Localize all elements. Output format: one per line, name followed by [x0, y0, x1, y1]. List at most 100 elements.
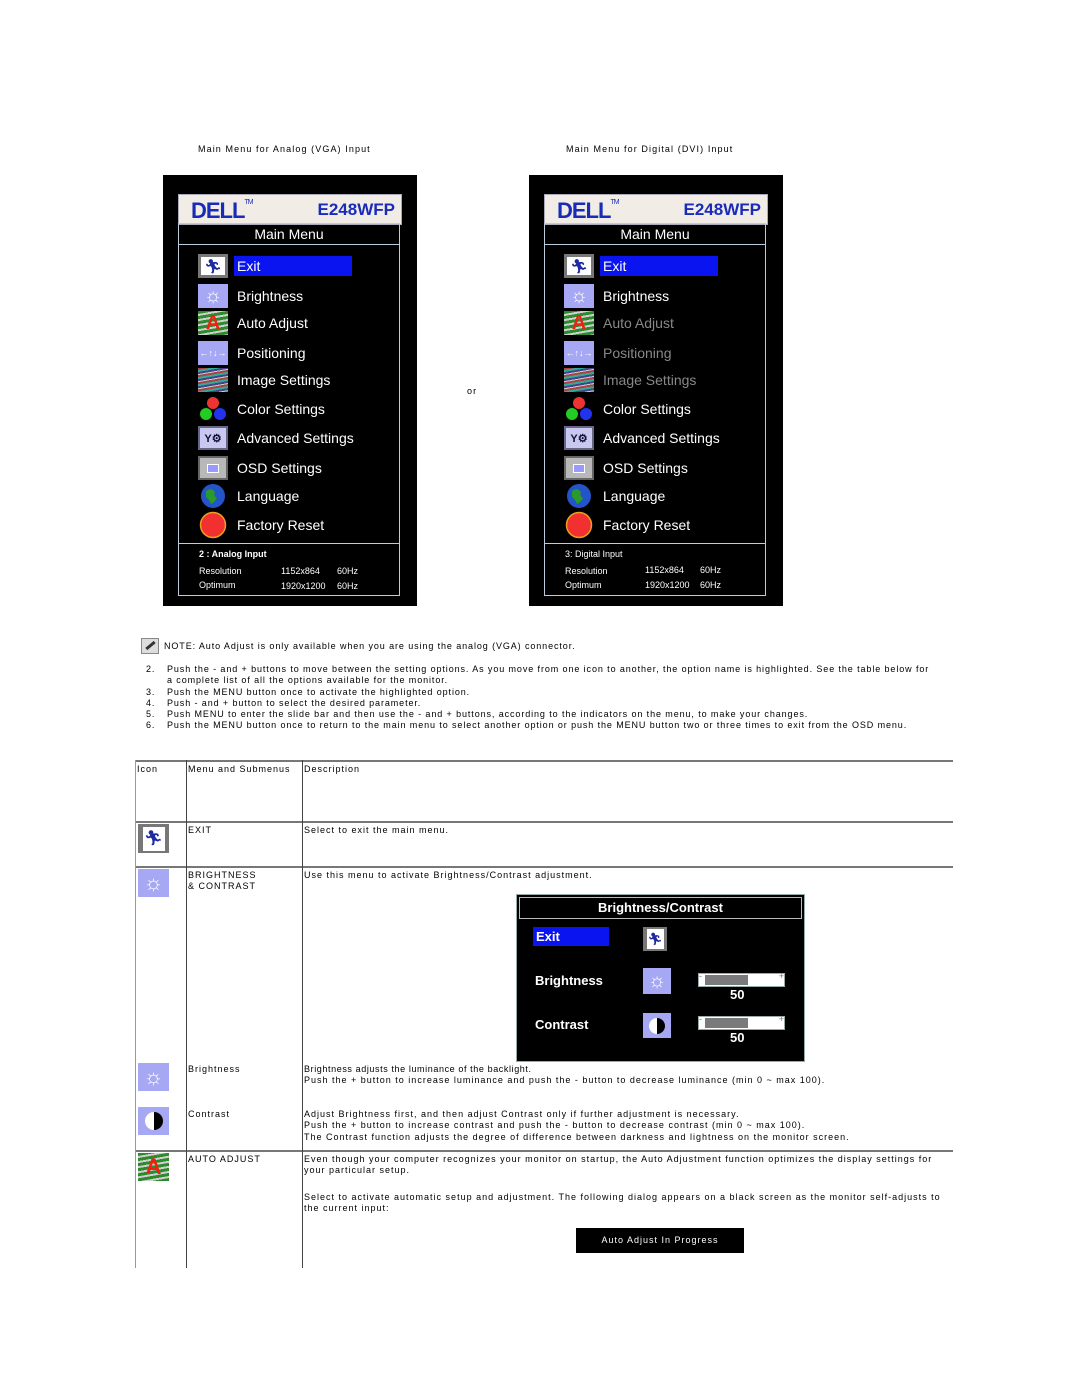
- desc-auto-adjust-2: Select to activate automatic setup and a…: [304, 1192, 941, 1214]
- bc-exit-label: Exit: [533, 927, 609, 946]
- table-top-border: [135, 760, 953, 762]
- header-description: Description: [304, 764, 361, 774]
- step-item: 6. Push the MENU button once to return to…: [146, 720, 908, 731]
- osd-menu-item-label: Language: [603, 488, 666, 504]
- step-item: 3. Push the MENU button once to activate …: [146, 686, 471, 697]
- desc-contrast: Adjust Brightness first, and then adjust…: [304, 1109, 850, 1142]
- osd-menu-item-label: Advanced Settings: [603, 430, 720, 446]
- osd-menu-item-label: Auto Adjust: [603, 315, 674, 331]
- step-item: 2. Push the - and + buttons to move betwe…: [146, 664, 930, 686]
- osd-menu-item-image-settings[interactable]: Image Settings: [198, 367, 333, 393]
- exit-icon: 🏃︎: [564, 254, 594, 278]
- osd-menu-item-exit[interactable]: 🏃︎ Exit: [198, 253, 352, 279]
- osd-menu-title: Main Menu: [178, 223, 400, 245]
- color-settings-icon: [564, 397, 594, 421]
- note-pencil-icon: [141, 638, 159, 654]
- table-row-divider: [135, 1150, 953, 1152]
- osd-menu-item-auto-adjust: A Auto Adjust: [564, 310, 677, 336]
- osd-menu-item-brightness[interactable]: ☼ Brightness: [564, 283, 672, 309]
- caption-digital: Main Menu for Digital (DVI) Input: [566, 144, 734, 154]
- osd-menu-item-advanced-settings[interactable]: Y⚙ Advanced Settings: [198, 425, 357, 451]
- osd-menu-item-label: Brightness: [603, 288, 670, 304]
- osd-menu-item-label: Exit: [234, 256, 352, 276]
- osd-header: DELLTM E248WFP: [178, 194, 402, 225]
- menu-exit: EXIT: [188, 825, 213, 835]
- step-item: 5. Push MENU to enter the slide bar and t…: [146, 709, 809, 720]
- auto-adjust-icon: A: [198, 311, 228, 335]
- osd-settings-icon: [198, 456, 228, 480]
- factory-reset-icon: [198, 511, 228, 539]
- osd-menu-item-positioning[interactable]: ←↑↓→ Positioning: [198, 340, 309, 366]
- osd-menu-item-label: Color Settings: [237, 401, 325, 417]
- contrast-slider[interactable]: - +: [698, 1014, 785, 1030]
- input-label: 2 : Analog Input: [199, 549, 267, 559]
- table-col-divider: [135, 760, 136, 1268]
- osd-menu-item-label: Exit: [600, 256, 718, 276]
- osd-menu-item-label: Advanced Settings: [237, 430, 354, 446]
- osd-menu-item-language[interactable]: Language: [198, 483, 302, 509]
- auto-adjust-dialog: Auto Adjust In Progress: [576, 1228, 744, 1253]
- optimum-label: Optimum: [565, 580, 602, 590]
- resolution-hz: 60Hz: [700, 565, 722, 575]
- language-globe-icon: [564, 484, 594, 508]
- dell-logo: DELLTM: [557, 198, 620, 223]
- osd-menu-item-language[interactable]: Language: [564, 483, 668, 509]
- osd-input-info: 3: Digital Input Resolution 1152x864 60H…: [544, 543, 766, 596]
- osd-menu-item-label: Positioning: [237, 345, 306, 361]
- osd-header: DELLTM E248WFP: [544, 194, 768, 225]
- header-icon: Icon: [137, 764, 159, 774]
- model-name: E248WFP: [683, 200, 761, 219]
- auto-adjust-icon: A: [138, 1153, 169, 1181]
- brightness-icon: ☼: [564, 284, 594, 308]
- resolution-value: 1152x864: [281, 566, 320, 576]
- table-col-divider: [186, 760, 187, 1268]
- dell-logo: DELLTM: [191, 198, 254, 223]
- desc-brightness-contrast: Use this menu to activate Brightness/Con…: [304, 870, 593, 880]
- menu-auto-adjust: AUTO ADJUST: [188, 1154, 261, 1164]
- bc-brightness-label: Brightness: [535, 973, 603, 988]
- contrast-value: 50: [730, 1030, 745, 1045]
- resolution-label: Resolution: [199, 566, 242, 576]
- advanced-settings-icon: Y⚙: [198, 426, 228, 450]
- table-row-divider: [135, 866, 953, 868]
- osd-menu-title: Main Menu: [544, 223, 766, 245]
- color-settings-icon: [198, 397, 228, 421]
- brightness-slider-fill: [705, 975, 749, 985]
- resolution-hz: 60Hz: [337, 566, 359, 576]
- osd-settings-icon: [564, 456, 594, 480]
- desc-brightness: Brightness adjusts the luminance of the …: [304, 1064, 826, 1086]
- brightness-icon: ☼: [138, 869, 169, 897]
- osd-menu-item-color-settings[interactable]: Color Settings: [564, 396, 694, 422]
- image-settings-icon: [564, 368, 594, 392]
- osd-menu-item-auto-adjust[interactable]: A Auto Adjust: [198, 310, 311, 336]
- osd-menu-item-positioning: ←↑↓→ Positioning: [564, 340, 675, 366]
- osd-menu-item-color-settings[interactable]: Color Settings: [198, 396, 328, 422]
- exit-icon: 🏃︎: [198, 254, 228, 278]
- osd-menu-item-exit[interactable]: 🏃︎ Exit: [564, 253, 718, 279]
- osd-menu-item-brightness[interactable]: ☼ Brightness: [198, 283, 306, 309]
- model-name: E248WFP: [317, 200, 395, 219]
- osd-menu-item-label: OSD Settings: [237, 460, 322, 476]
- caption-or: or: [467, 386, 478, 396]
- advanced-settings-icon: Y⚙: [564, 426, 594, 450]
- brightness-slider[interactable]: - +: [698, 971, 785, 987]
- image-settings-icon: [198, 368, 228, 392]
- osd-menu-item-label: Auto Adjust: [237, 315, 308, 331]
- osd-menu-item-osd-settings[interactable]: OSD Settings: [198, 455, 325, 481]
- optimum-value: 1920x1200: [645, 580, 690, 590]
- optimum-hz: 60Hz: [700, 580, 722, 590]
- menu-brightness-contrast: BRIGHTNESS & CONTRAST: [188, 870, 257, 892]
- osd-menu-item-label: Color Settings: [603, 401, 691, 417]
- osd-brightness-contrast: Brightness/Contrast Exit 🏃︎ Brightness ☼…: [516, 894, 805, 1062]
- osd-menu-item-advanced-settings[interactable]: Y⚙ Advanced Settings: [564, 425, 723, 451]
- positioning-icon: ←↑↓→: [198, 341, 228, 365]
- contrast-slider-fill: [705, 1018, 749, 1028]
- optimum-hz: 60Hz: [337, 581, 359, 591]
- menu-contrast: Contrast: [188, 1109, 231, 1119]
- osd-menu-item-factory-reset[interactable]: Factory Reset: [198, 511, 327, 539]
- osd-menu-item-factory-reset[interactable]: Factory Reset: [564, 511, 693, 539]
- optimum-value: 1920x1200: [281, 581, 326, 591]
- osd-menu-item-osd-settings[interactable]: OSD Settings: [564, 455, 691, 481]
- bc-title: Brightness/Contrast: [519, 897, 802, 919]
- note: NOTE: Auto Adjust is only available when…: [141, 638, 576, 654]
